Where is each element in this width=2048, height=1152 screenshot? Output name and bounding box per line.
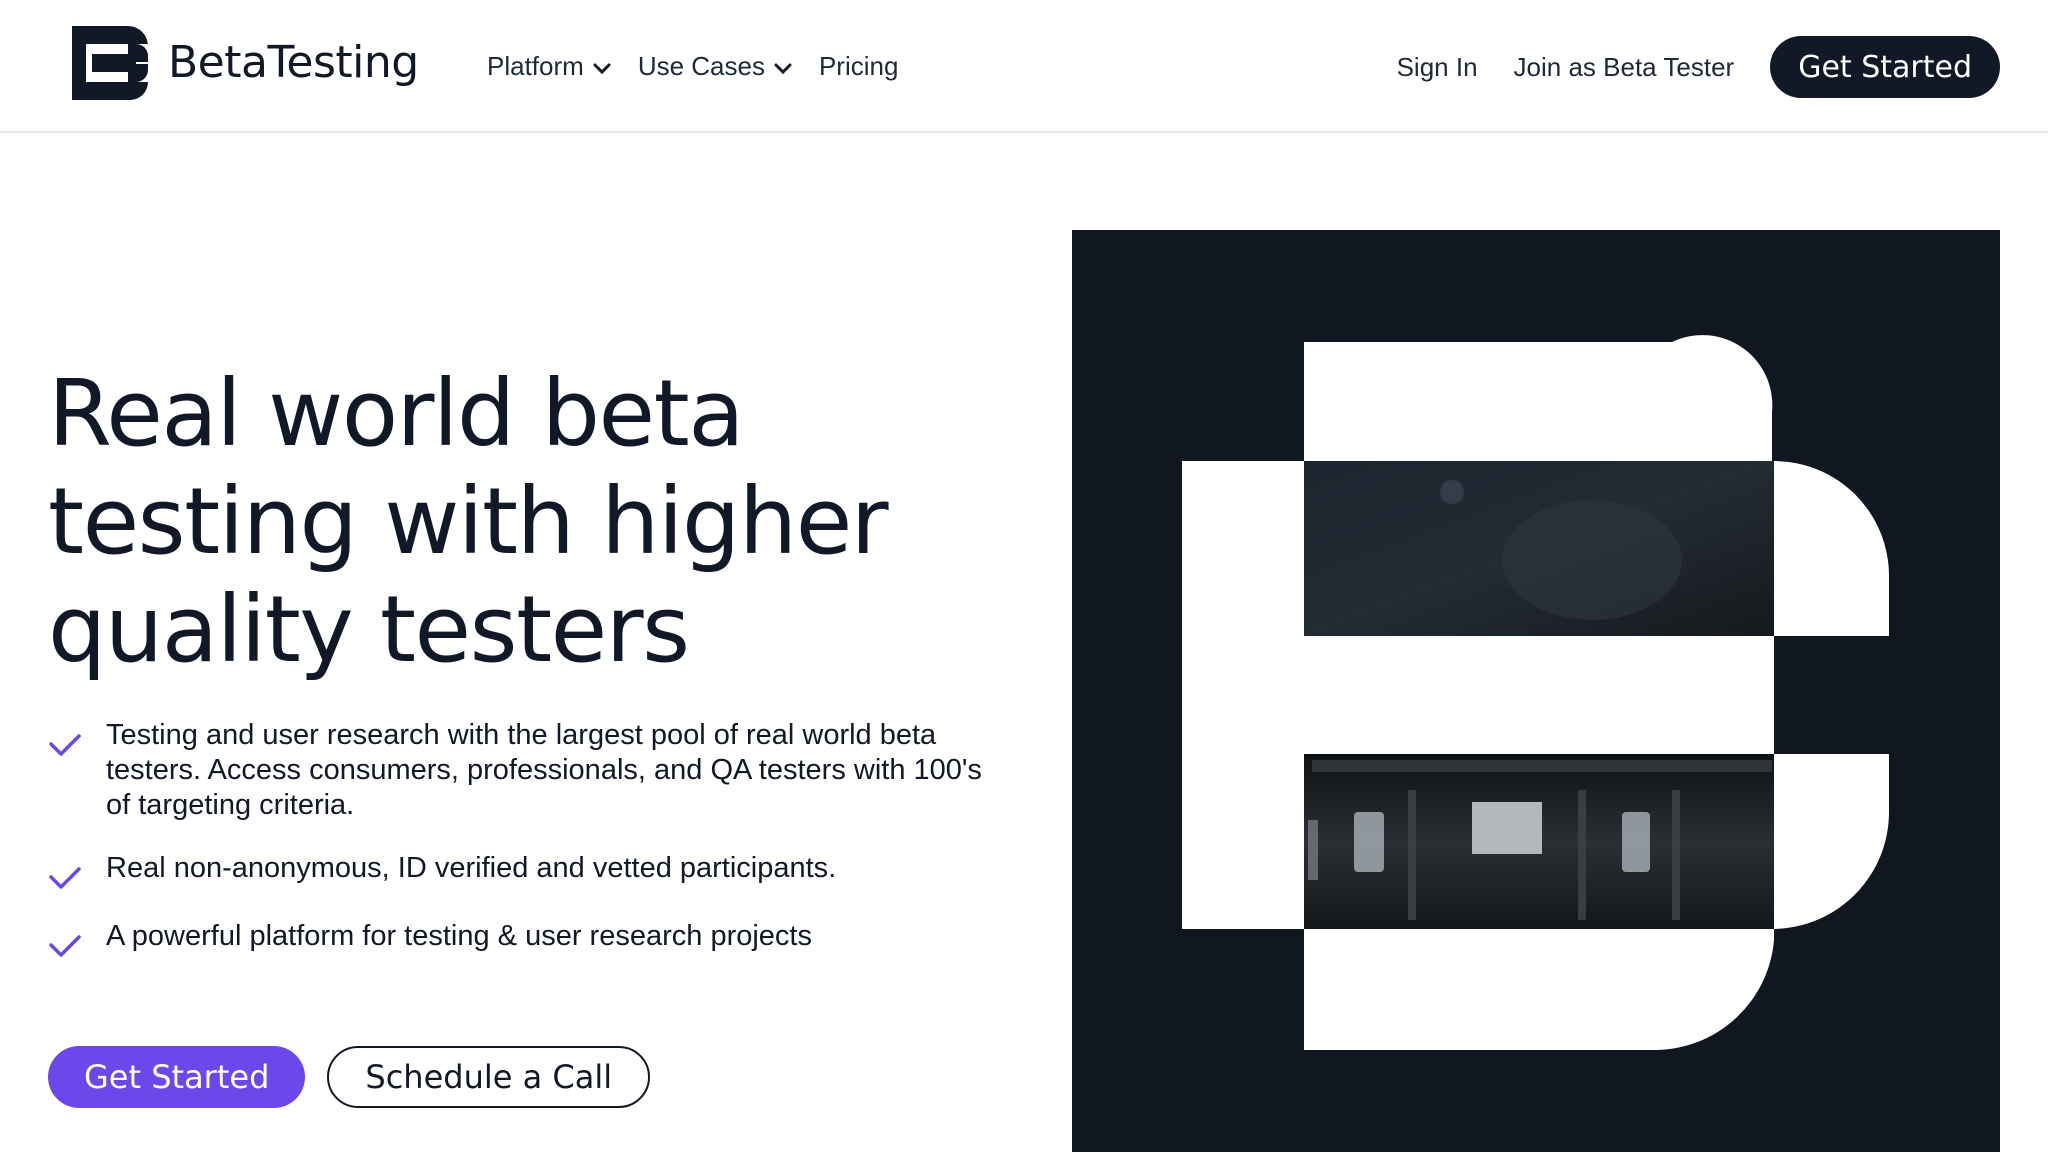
site-header: BetaTesting Platform Use Cases Pricing S… <box>0 0 2048 133</box>
sign-in-link[interactable]: Sign In <box>1397 52 1478 83</box>
check-icon <box>49 867 81 889</box>
chevron-down-icon <box>593 63 611 75</box>
join-beta-tester-link[interactable]: Join as Beta Tester <box>1514 52 1735 83</box>
betatesting-b-logo-icon <box>72 26 148 100</box>
hero-title: Real world beta testing with higher qual… <box>48 360 889 683</box>
header-actions: Sign In Join as Beta Tester Get Started <box>1397 36 2000 98</box>
brand-logo[interactable]: BetaTesting <box>72 26 419 100</box>
nav-item-label: Use Cases <box>637 50 765 81</box>
feature-item: Testing and user research with the large… <box>48 718 1008 823</box>
hero-cta-row: Get Started Schedule a Call <box>48 1046 651 1108</box>
hero-get-started-button[interactable]: Get Started <box>48 1046 306 1108</box>
nav-item-platform[interactable]: Platform <box>487 51 612 82</box>
nav-item-label: Pricing <box>818 50 899 81</box>
hero-image <box>1072 230 2000 1152</box>
main-nav: Platform Use Cases Pricing <box>487 46 924 86</box>
schedule-call-button[interactable]: Schedule a Call <box>327 1046 651 1108</box>
chevron-down-icon <box>774 63 792 75</box>
header-get-started-button[interactable]: Get Started <box>1770 36 2000 98</box>
large-b-logo-photo-collage <box>1182 335 1889 1051</box>
check-icon <box>49 935 81 957</box>
feature-text: Real non-anonymous, ID verified and vett… <box>106 852 837 884</box>
feature-item: A powerful platform for testing & user r… <box>48 919 1008 959</box>
check-icon <box>49 734 81 756</box>
feature-text: Testing and user research with the large… <box>106 719 982 821</box>
nav-item-pricing[interactable]: Pricing <box>819 51 898 82</box>
feature-list: Testing and user research with the large… <box>48 718 1008 987</box>
nav-item-use-cases[interactable]: Use Cases <box>638 51 793 82</box>
brand-name: BetaTesting <box>168 37 419 88</box>
feature-text: A powerful platform for testing & user r… <box>106 920 812 952</box>
feature-item: Real non-anonymous, ID verified and vett… <box>48 851 1008 891</box>
nav-item-label: Platform <box>487 50 584 81</box>
